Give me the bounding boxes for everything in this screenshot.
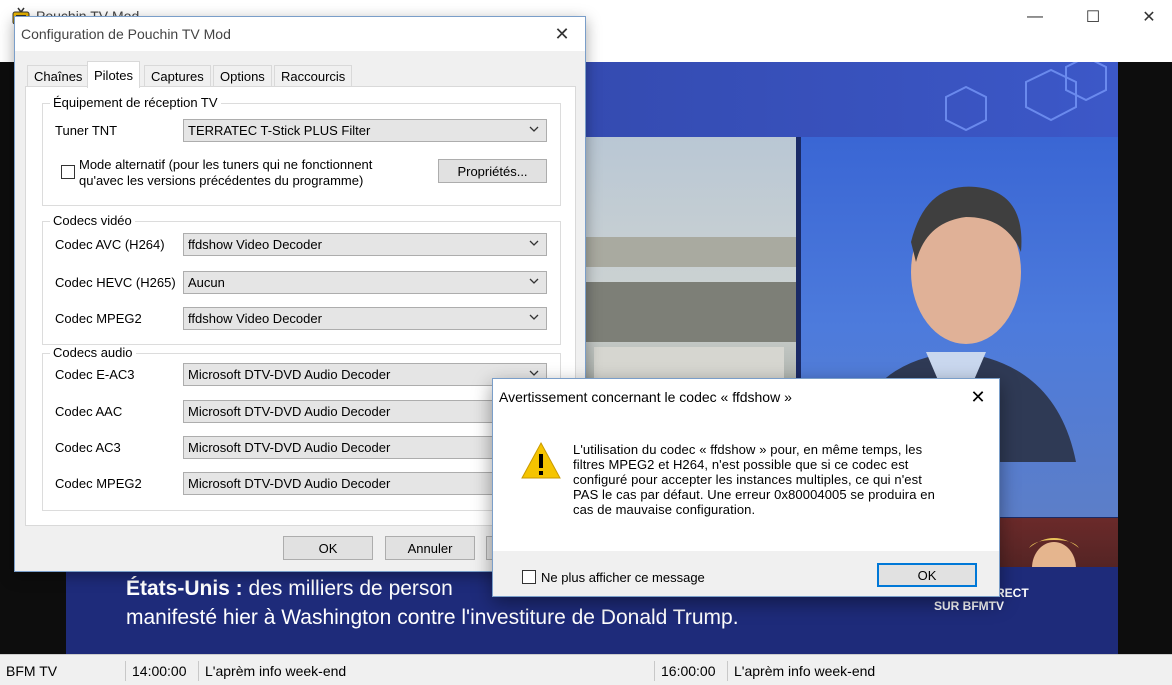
minimize-button[interactable]: — [1012, 0, 1058, 34]
config-dialog-title-bar[interactable]: Configuration de Pouchin TV Mod ✕ [15, 17, 585, 51]
direct-badge-line-2: SUR BFMTV [934, 599, 1004, 613]
status-program-current: L'aprèm info week-end [198, 661, 653, 681]
config-ok-button[interactable]: OK [283, 536, 373, 560]
codec-hevc-label: Codec HEVC (H265) [55, 275, 176, 290]
tab-chaines-label: Chaînes [34, 69, 83, 84]
codec-avc-value: ffdshow Video Decoder [188, 237, 322, 252]
codec-aac-value: Microsoft DTV-DVD Audio Decoder [188, 404, 391, 419]
tab-raccourcis[interactable]: Raccourcis [274, 65, 353, 87]
config-cancel-button[interactable]: Annuler [385, 536, 475, 560]
chevron-down-icon [529, 126, 539, 132]
codec-hevc-select[interactable]: Aucun [183, 271, 547, 294]
codec-hevc-value: Aucun [188, 275, 225, 290]
tab-captures[interactable]: Captures [144, 65, 211, 87]
close-icon: ✕ [970, 386, 986, 407]
warning-dialog-title: Avertissement concernant le codec « ffds… [499, 389, 792, 405]
ticker-line-1: États-Unis : des milliers de person [126, 577, 453, 601]
tab-pilotes[interactable]: Pilotes [87, 61, 141, 88]
codec-mpeg2-audio-value: Microsoft DTV-DVD Audio Decoder [188, 476, 391, 491]
warning-message: L'utilisation du codec « ffdshow » pour,… [573, 442, 973, 517]
tab-captures-label: Captures [151, 69, 204, 84]
codec-aac-label: Codec AAC [55, 404, 123, 419]
maximize-icon: ☐ [1085, 9, 1101, 26]
codec-mpeg2-audio-label: Codec MPEG2 [55, 476, 142, 491]
tab-options[interactable]: Options [213, 65, 272, 87]
tab-options-label: Options [220, 69, 265, 84]
config-dialog-title: Configuration de Pouchin TV Mod [21, 26, 231, 42]
codec-eac3-value: Microsoft DTV-DVD Audio Decoder [188, 367, 391, 382]
alt-mode-label-line-1: Mode alternatif (pour les tuners qui ne … [79, 157, 373, 172]
video-letterbox-right [1118, 62, 1172, 654]
dont-show-checkbox[interactable] [522, 570, 536, 584]
warning-message-line-4: PAS le cas par défaut. Une erreur 0x8000… [573, 487, 935, 502]
warning-dialog: Avertissement concernant le codec « ffds… [492, 378, 1000, 597]
maximize-button[interactable]: ☐ [1070, 0, 1116, 34]
tab-raccourcis-label: Raccourcis [281, 69, 346, 84]
close-icon: ✕ [554, 23, 570, 44]
tab-chaines[interactable]: Chaînes [27, 65, 90, 87]
alt-mode-label-line-2: qu'avec les versions précédentes du prog… [79, 173, 364, 188]
codec-avc-label: Codec AVC (H264) [55, 237, 165, 252]
codec-mpeg2-video-value: ffdshow Video Decoder [188, 311, 322, 326]
minimize-icon: — [1027, 8, 1043, 25]
video-codecs-group-label: Codecs vidéo [50, 213, 135, 228]
codec-eac3-label: Codec E-AC3 [55, 367, 135, 382]
config-dialog-close-button[interactable]: ✕ [539, 17, 585, 51]
dont-show-label[interactable]: Ne plus afficher ce message [541, 570, 705, 585]
alt-mode-label: Mode alternatif (pour les tuners qui ne … [79, 157, 372, 189]
alt-mode-checkbox[interactable] [61, 165, 75, 179]
chevron-down-icon [529, 314, 539, 320]
codec-mpeg2-video-label: Codec MPEG2 [55, 311, 142, 326]
status-bar: BFM TV 14:00:00 L'aprèm info week-end 16… [0, 654, 1172, 685]
warning-message-line-1: L'utilisation du codec « ffdshow » pour,… [573, 442, 923, 457]
codec-mpeg2-video-select[interactable]: ffdshow Video Decoder [183, 307, 547, 330]
status-channel: BFM TV [6, 663, 58, 679]
warning-message-line-2: filtres MPEG2 et H264, n'est possible qu… [573, 457, 909, 472]
tuner-select-value: TERRATEC T-Stick PLUS Filter [188, 123, 371, 138]
audio-codecs-group-label: Codecs audio [50, 345, 136, 360]
ticker-line-1-text: des milliers de person [242, 577, 453, 600]
close-button[interactable]: ✕ [1126, 0, 1172, 34]
codec-ac3-value: Microsoft DTV-DVD Audio Decoder [188, 440, 391, 455]
properties-button[interactable]: Propriétés... [438, 159, 547, 183]
tab-pilotes-label: Pilotes [94, 67, 134, 83]
status-time-start: 14:00:00 [125, 661, 196, 681]
chevron-down-icon [529, 240, 539, 246]
warning-dialog-footer: Ne plus afficher ce message OK [493, 551, 999, 596]
ticker-line-2: manifesté hier à Washington contre l'inv… [126, 606, 739, 629]
codec-ac3-label: Codec AC3 [55, 440, 121, 455]
ticker-bold-label: États-Unis : [126, 577, 243, 600]
reception-group-label: Équipement de réception TV [50, 95, 221, 110]
warning-message-line-3: configuré pour accepter les instances mu… [573, 472, 922, 487]
tuner-label: Tuner TNT [55, 123, 118, 138]
warning-ok-button[interactable]: OK [877, 563, 977, 587]
close-icon: ✕ [1142, 9, 1156, 26]
warning-message-line-5: cas de mauvaise configuration. [573, 502, 756, 517]
status-time-next: 16:00:00 [654, 661, 725, 681]
tuner-select[interactable]: TERRATEC T-Stick PLUS Filter [183, 119, 547, 142]
warning-dialog-close-button[interactable]: ✕ [957, 379, 999, 415]
status-program-next: L'aprèm info week-end [727, 661, 1164, 681]
codec-avc-select[interactable]: ffdshow Video Decoder [183, 233, 547, 256]
warning-icon [521, 441, 561, 479]
chevron-down-icon [529, 278, 539, 284]
